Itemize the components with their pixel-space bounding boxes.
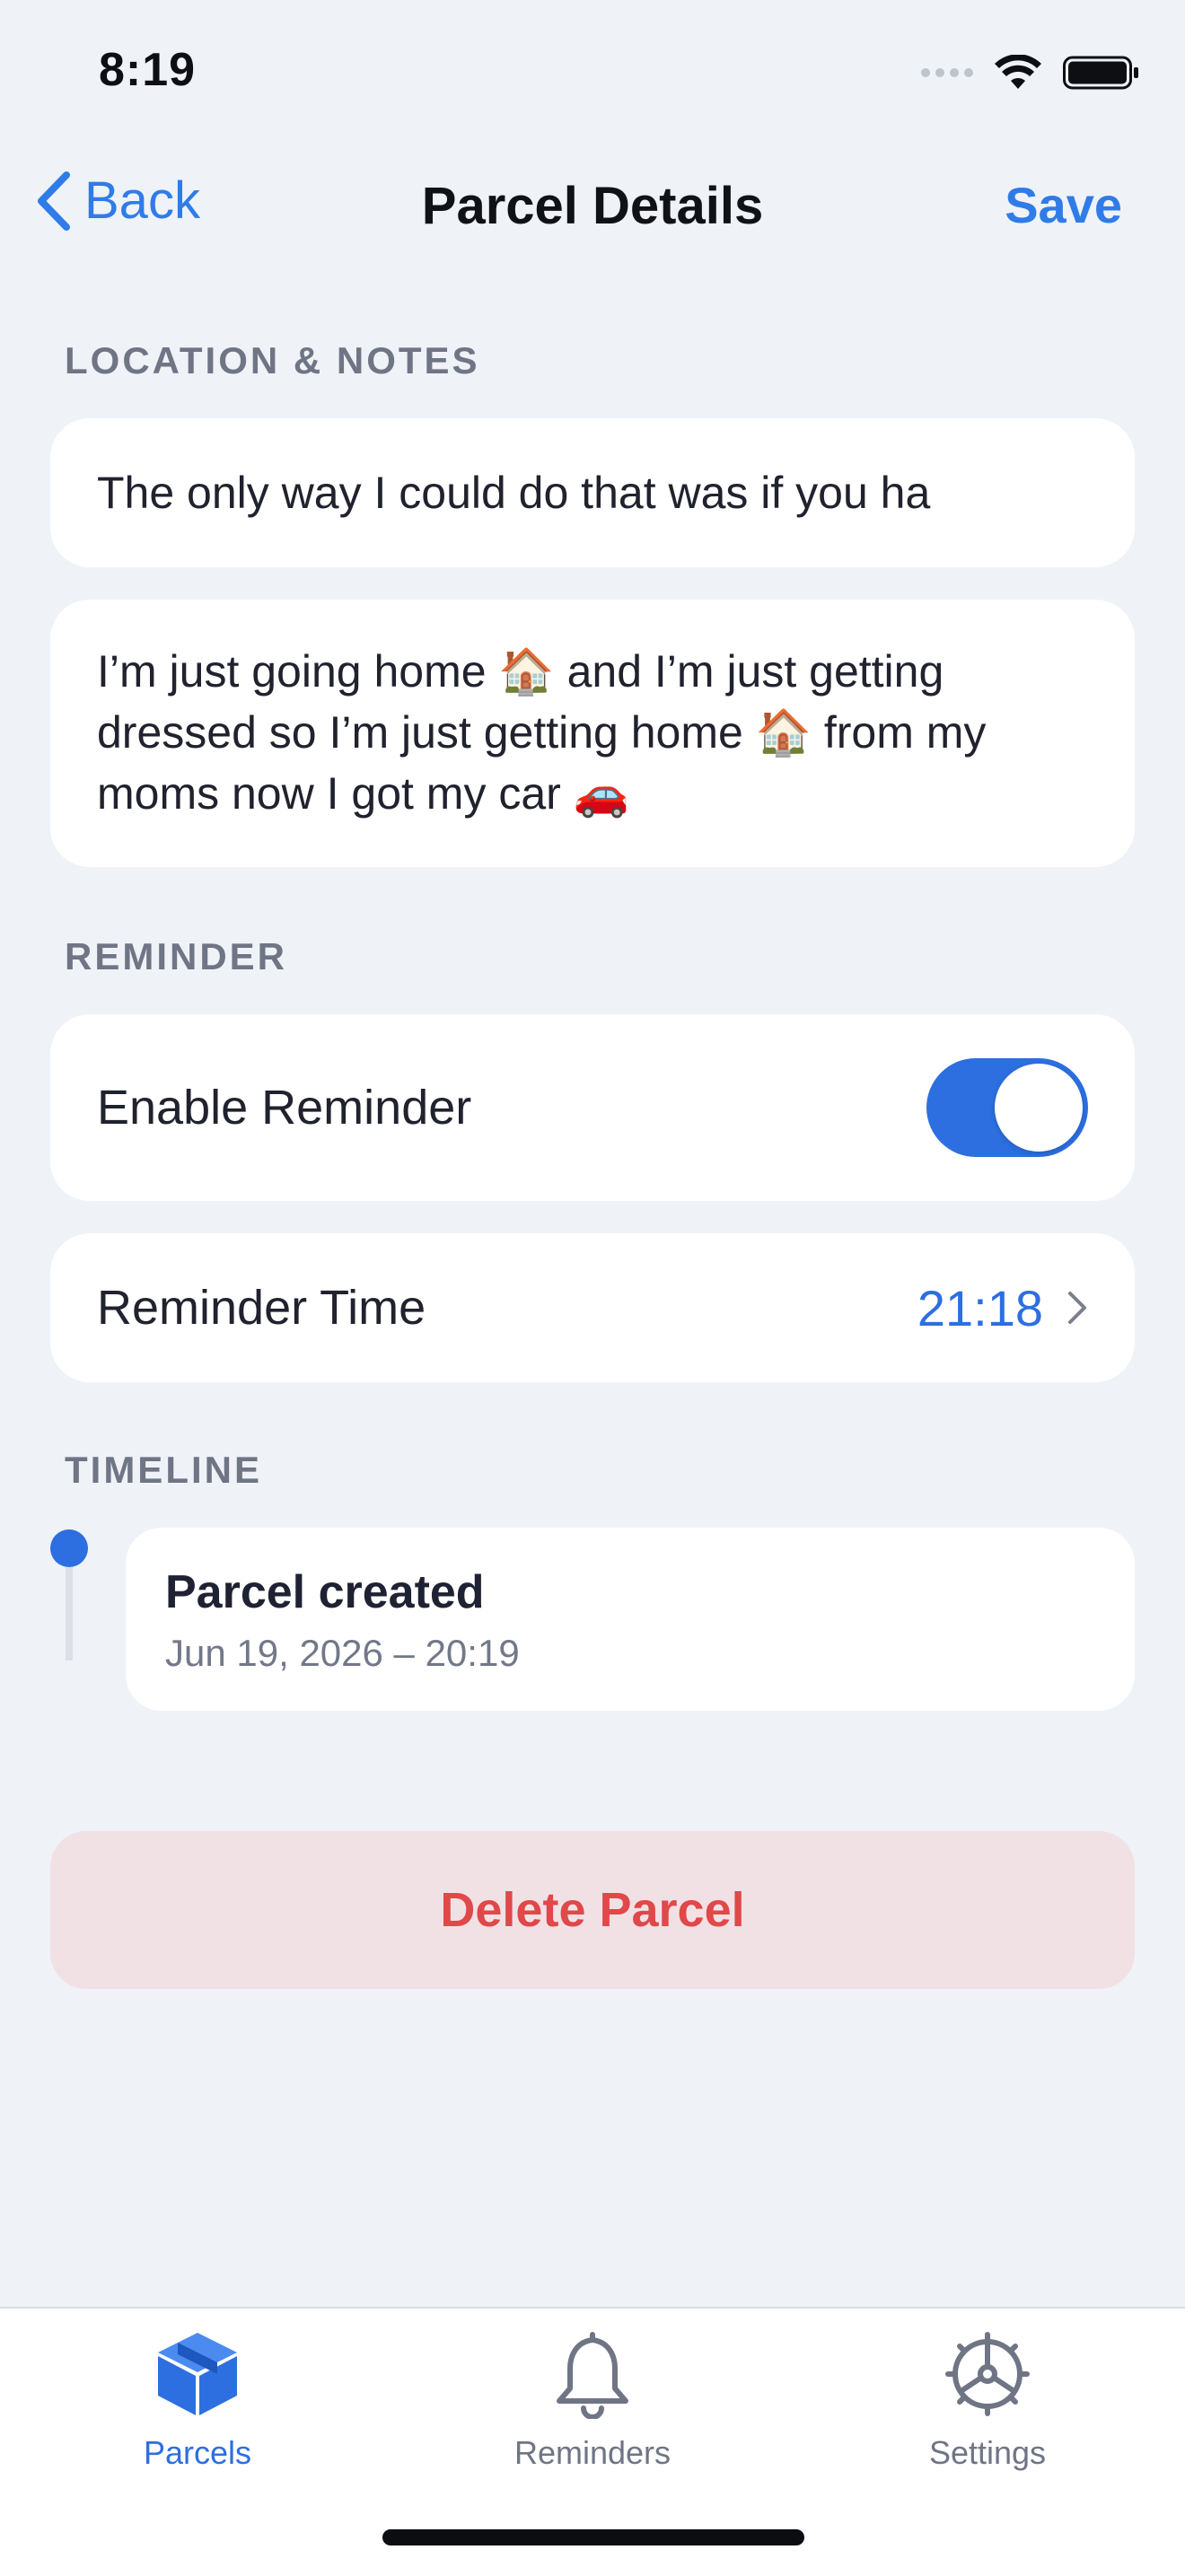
battery-icon — [1063, 56, 1138, 90]
section-header-timeline: TIMELINE — [65, 1449, 262, 1491]
timeline-event: Parcel created Jun 19, 2026 – 20:19 — [126, 1528, 1135, 1711]
tab-parcels-label: Parcels — [143, 2434, 252, 2471]
location-field[interactable]: The only way I could do that was if you … — [50, 418, 1135, 567]
timeline-event-date: Jun 19, 2026 – 20:19 — [165, 1632, 520, 1674]
tab-parcels[interactable]: Parcels — [63, 2309, 332, 2472]
enable-reminder-row: Enable Reminder — [50, 1014, 1135, 1201]
tab-settings-label: Settings — [928, 2434, 1047, 2471]
enable-reminder-label: Enable Reminder — [97, 1081, 472, 1135]
section-header-location-notes: LOCATION & NOTES — [65, 339, 480, 381]
timeline-dot — [50, 1529, 88, 1567]
box-icon — [154, 2325, 241, 2423]
chevron-right-icon — [1068, 1292, 1086, 1324]
tab-settings[interactable]: Settings — [853, 2309, 1122, 2472]
bell-icon — [552, 2325, 633, 2423]
section-header-reminder: REMINDER — [65, 935, 288, 977]
reminder-time-value-group: 21:18 — [917, 1279, 1088, 1337]
delete-parcel-button[interactable]: Delete Parcel — [50, 1831, 1135, 1989]
reminder-time-value: 21:18 — [917, 1279, 1043, 1336]
save-button[interactable]: Save — [1005, 176, 1122, 234]
home-indicator — [382, 2529, 804, 2545]
status-icons — [921, 54, 1140, 92]
toggle-knob — [995, 1064, 1083, 1152]
reminder-time-row[interactable]: Reminder Time 21:18 — [50, 1233, 1135, 1382]
gear-icon — [943, 2325, 1032, 2423]
timeline-line — [66, 1567, 73, 1660]
cellular-signal-icon — [921, 68, 973, 77]
notes-field[interactable]: I’m just going home 🏠 and I’m just getti… — [50, 600, 1135, 867]
status-time: 8:19 — [99, 44, 197, 96]
wifi-icon — [995, 55, 1041, 89]
timeline-event-title: Parcel created — [165, 1566, 485, 1618]
enable-reminder-toggle[interactable] — [926, 1058, 1088, 1157]
tab-reminders-label: Reminders — [514, 2434, 672, 2471]
tab-reminders[interactable]: Reminders — [458, 2309, 727, 2472]
reminder-time-label: Reminder Time — [97, 1281, 426, 1335]
